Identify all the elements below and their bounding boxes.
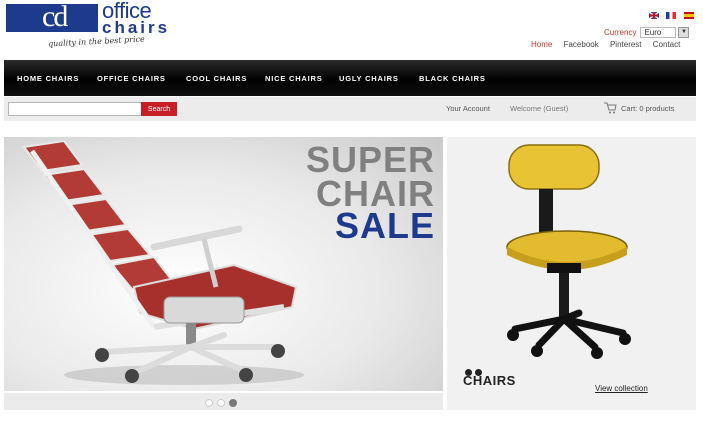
toplink-contact[interactable]: Contact <box>653 40 681 49</box>
account-link[interactable]: Your Account <box>446 104 490 113</box>
nav-item-home-chairs[interactable]: HOME CHAIRS <box>17 74 79 83</box>
nav-item-nice-chairs[interactable]: NICE CHAIRS <box>265 74 323 83</box>
top-links: Home Facebook Pinterest Contact <box>531 40 680 49</box>
nav-item-black-chairs[interactable]: BLACK CHAIRS <box>419 74 486 83</box>
currency-selector: Currency Euro ▼ <box>604 27 690 38</box>
logo-tagline: quality in the best price <box>47 34 145 49</box>
search-bar: Search Your Account Welcome (Guest) Cart… <box>4 97 696 121</box>
slider-pagination <box>4 393 443 410</box>
cart-summary[interactable]: Cart: 0 products <box>621 104 674 113</box>
nav-item-office-chairs[interactable]: OFFICE CHAIRS <box>97 74 166 83</box>
banner-line-super: SUPER <box>305 139 435 180</box>
hero-banner[interactable]: SUPER CHAIR SALE <box>4 137 443 391</box>
es-flag-icon[interactable] <box>683 12 694 19</box>
fr-flag-icon[interactable] <box>666 12 677 19</box>
slider-dot-2[interactable] <box>217 399 225 407</box>
side-promo[interactable]: CHAIRS View collection <box>447 137 696 410</box>
search-input[interactable] <box>8 102 144 116</box>
main-nav: HOME CHAIRS OFFICE CHAIRS COOL CHAIRS NI… <box>4 60 696 96</box>
chevron-down-icon[interactable]: ▼ <box>678 27 690 38</box>
uk-flag-icon[interactable] <box>649 12 659 19</box>
cart-icon[interactable] <box>604 102 617 114</box>
nav-item-ugly-chairs[interactable]: UGLY CHAIRS <box>339 74 399 83</box>
currency-label: Currency <box>604 27 637 37</box>
currency-select[interactable]: Euro <box>640 27 677 38</box>
banner-line-sale: SALE <box>334 205 435 246</box>
toplink-home[interactable]: Home <box>531 40 552 49</box>
search-button[interactable]: Search <box>141 102 177 116</box>
view-collection-link[interactable]: View collection <box>595 384 648 393</box>
slider-dot-1[interactable] <box>205 399 213 407</box>
promo-label: CHAIRS <box>463 373 516 388</box>
toplink-pinterest[interactable]: Pinterest <box>610 40 642 49</box>
toplink-facebook[interactable]: Facebook <box>564 40 599 49</box>
nav-item-cool-chairs[interactable]: COOL CHAIRS <box>186 74 247 83</box>
logo-mark: cd <box>42 0 68 33</box>
language-flags <box>646 12 694 22</box>
logo-word-chairs: chairs <box>102 18 171 37</box>
welcome-text: Welcome (Guest) <box>510 104 569 113</box>
site-logo[interactable]: cd office chairs quality in the best pri… <box>6 0 167 56</box>
slider-dot-3[interactable] <box>229 399 237 407</box>
